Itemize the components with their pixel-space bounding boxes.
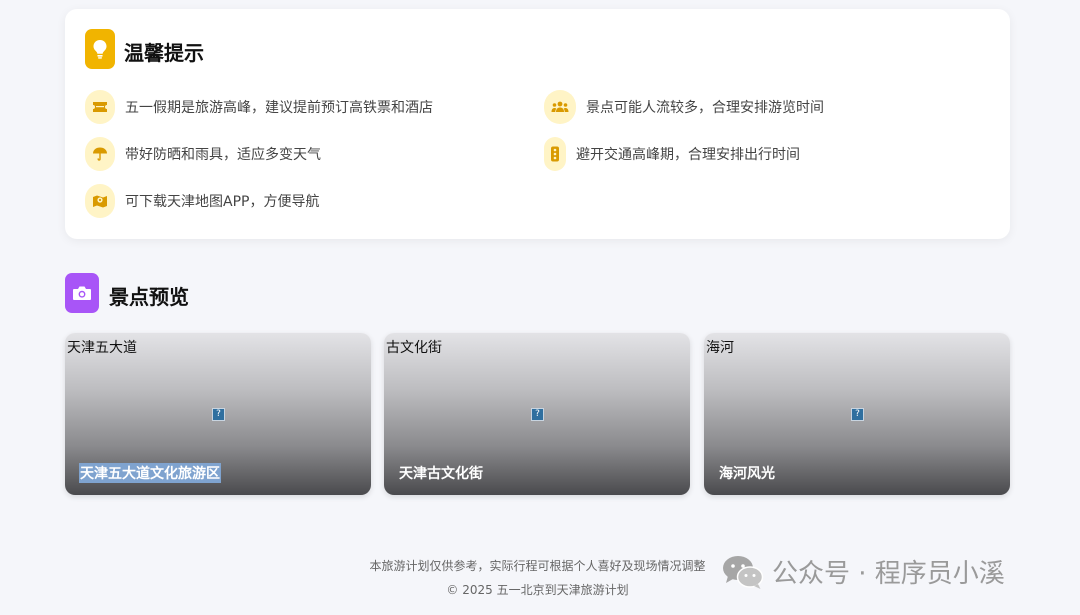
image-alt-text: 古文化街 bbox=[386, 340, 442, 356]
tip-item: 五一假期是旅游高峰，建议提前预订高铁票和酒店 bbox=[85, 90, 433, 124]
tips-card: 温馨提示 五一假期是旅游高峰，建议提前预订高铁票和酒店 景点可能人流较多，合理安… bbox=[65, 9, 1010, 239]
tip-item: 景点可能人流较多，合理安排游览时间 bbox=[544, 90, 824, 124]
section-title: 景点预览 bbox=[109, 285, 189, 309]
camera-icon bbox=[65, 273, 99, 313]
broken-image-icon: ? bbox=[212, 408, 225, 421]
attraction-caption: 海河风光 bbox=[719, 466, 775, 482]
tip-item: 可下载天津地图APP，方便导航 bbox=[85, 184, 319, 218]
watermark: 公众号 · 程序员小溪 bbox=[722, 553, 1005, 590]
attraction-card-ancient-culture-street[interactable]: 古文化街 ? 天津古文化街 bbox=[384, 333, 690, 495]
wechat-icon bbox=[723, 555, 764, 589]
users-icon bbox=[544, 90, 576, 124]
umbrella-icon bbox=[85, 137, 115, 171]
traffic-light-icon bbox=[544, 137, 566, 171]
tip-text: 景点可能人流较多，合理安排游览时间 bbox=[586, 100, 824, 116]
attraction-caption: 天津五大道文化旅游区 bbox=[79, 463, 221, 483]
attraction-caption: 天津古文化街 bbox=[399, 466, 483, 482]
image-alt-text: 天津五大道 bbox=[67, 340, 137, 356]
lightbulb-icon bbox=[85, 29, 115, 69]
map-icon bbox=[85, 184, 115, 218]
tip-text: 可下载天津地图APP，方便导航 bbox=[125, 194, 320, 210]
tips-title: 温馨提示 bbox=[124, 41, 204, 65]
tip-item: 带好防晒和雨具，适应多变天气 bbox=[85, 137, 321, 171]
tip-text: 带好防晒和雨具，适应多变天气 bbox=[125, 147, 321, 163]
tip-text: 五一假期是旅游高峰，建议提前预订高铁票和酒店 bbox=[125, 100, 433, 116]
image-alt-text: 海河 bbox=[706, 340, 734, 356]
watermark-text: 公众号 · 程序员小溪 bbox=[772, 559, 1005, 589]
attraction-card-haihe[interactable]: 海河 ? 海河风光 bbox=[704, 333, 1010, 495]
broken-image-icon: ? bbox=[531, 408, 544, 421]
attraction-card-wudadao[interactable]: 天津五大道 ? 天津五大道文化旅游区 bbox=[65, 333, 371, 495]
ticket-icon bbox=[85, 90, 115, 124]
tip-item: 避开交通高峰期，合理安排出行时间 bbox=[544, 137, 800, 171]
tip-text: 避开交通高峰期，合理安排出行时间 bbox=[576, 147, 800, 163]
broken-image-icon: ? bbox=[851, 408, 864, 421]
